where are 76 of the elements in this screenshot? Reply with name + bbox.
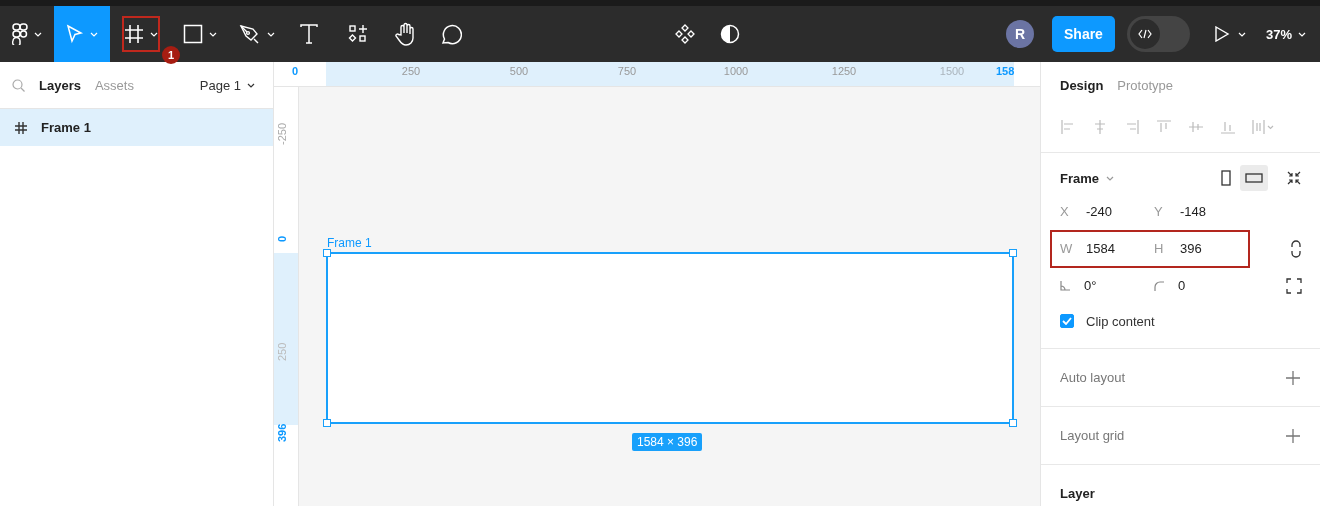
- section-title: Layer: [1060, 486, 1095, 501]
- frame-menu[interactable]: Frame: [1060, 170, 1115, 186]
- resize-handle[interactable]: [323, 419, 331, 427]
- shrink-icon[interactable]: [1286, 170, 1302, 186]
- property-field[interactable]: 0°: [1060, 278, 1154, 293]
- ruler-label: 396: [276, 423, 288, 442]
- play-icon: [1213, 26, 1230, 42]
- checkbox-label: Clip content: [1086, 313, 1155, 329]
- constrain-proportions-icon[interactable]: [1290, 239, 1302, 258]
- corner-radius-icon: [1154, 280, 1164, 291]
- layer-item[interactable]: Frame 1: [0, 109, 273, 146]
- ruler-label: 1500: [939, 65, 965, 77]
- angle-icon: [1060, 280, 1070, 291]
- size-badge: 1584 × 396: [632, 433, 703, 451]
- frame[interactable]: [326, 252, 1014, 424]
- add-icon[interactable]: [1286, 370, 1300, 385]
- section-title: Auto layout: [1060, 370, 1126, 385]
- panel-tab[interactable]: Design: [1060, 77, 1104, 93]
- present-button[interactable]: [1213, 26, 1246, 42]
- clip-content-checkbox[interactable]: [1060, 314, 1074, 328]
- text-icon: [300, 24, 318, 44]
- ruler-label: -250: [276, 122, 288, 145]
- ruler-label: 1250: [831, 65, 857, 77]
- frame-icon: [124, 24, 144, 44]
- caret-icon: [1298, 31, 1306, 37]
- landscape-button[interactable]: [1240, 165, 1268, 191]
- caret-icon: [90, 31, 98, 37]
- add-icon[interactable]: [1286, 428, 1300, 443]
- ruler-label: 0: [292, 65, 299, 77]
- property-field[interactable]: H 396: [1154, 241, 1248, 256]
- pen-icon: [239, 24, 261, 44]
- caret-icon: [150, 31, 158, 37]
- frame-icon: [15, 121, 27, 134]
- page-menu[interactable]: Page 1: [199, 77, 255, 93]
- contrast-icon[interactable]: [720, 24, 740, 44]
- ruler-label: 1000: [723, 65, 749, 77]
- ruler-label: 250: [276, 342, 288, 361]
- step-badge: 1: [162, 46, 180, 64]
- comment-icon: [440, 23, 462, 45]
- resize-handle[interactable]: [323, 249, 331, 257]
- ruler-label: 158: [996, 65, 1015, 77]
- resize-handle[interactable]: [1009, 249, 1017, 257]
- property-field[interactable]: W 1584: [1060, 241, 1154, 256]
- align-center-icon[interactable]: [1092, 119, 1108, 135]
- caret-icon: [1237, 31, 1246, 37]
- search-icon[interactable]: [12, 78, 25, 92]
- caret-icon: [247, 82, 255, 88]
- caret-icon: [209, 31, 217, 37]
- dev-mode-toggle[interactable]: [1126, 16, 1190, 52]
- resize-handle[interactable]: [1009, 419, 1017, 427]
- user-avatar[interactable]: R: [1005, 20, 1034, 48]
- component-icon[interactable]: [674, 23, 696, 45]
- ruler-label: 250: [401, 65, 421, 77]
- align-middle-icon[interactable]: [1188, 119, 1204, 135]
- independent-corners-icon[interactable]: [1286, 277, 1302, 294]
- caret-icon: [267, 31, 275, 37]
- ruler-label: 0: [276, 235, 288, 242]
- components-icon: [348, 24, 368, 44]
- code-icon: [1137, 29, 1152, 39]
- property-field[interactable]: Y -148: [1154, 204, 1248, 219]
- zoom-menu[interactable]: 37%: [1265, 26, 1306, 42]
- caret-icon: [1106, 175, 1115, 181]
- section-title: Layout grid: [1060, 428, 1125, 443]
- portrait-icon: [1221, 170, 1231, 186]
- property-field[interactable]: 0: [1154, 278, 1248, 293]
- hand-icon: [395, 22, 417, 46]
- ruler-label: 750: [617, 65, 637, 77]
- cursor-icon: [66, 24, 84, 44]
- caret-icon: [34, 31, 42, 37]
- ruler-label: 500: [509, 65, 529, 77]
- landscape-icon: [1245, 173, 1263, 183]
- rectangle-icon: [183, 24, 203, 44]
- logo-icon: [12, 23, 28, 45]
- property-field[interactable]: X -240: [1060, 204, 1154, 219]
- frame-label: Frame 1: [327, 236, 372, 250]
- panel-tab[interactable]: Layers: [39, 77, 81, 93]
